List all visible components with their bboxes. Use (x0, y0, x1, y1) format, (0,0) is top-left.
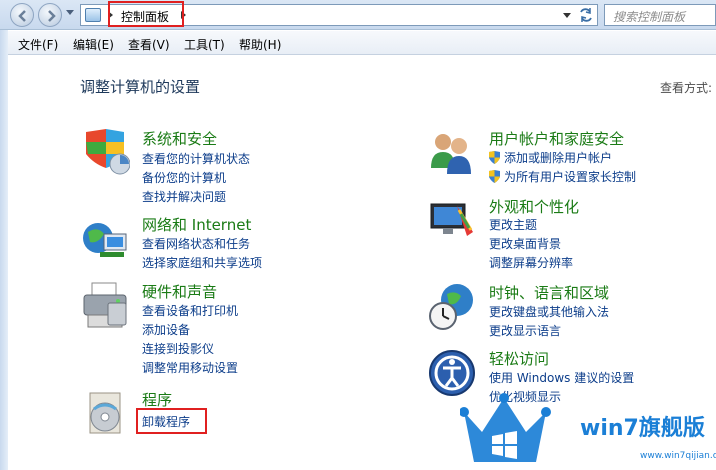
highlight-box-breadcrumb (108, 1, 184, 27)
back-arrow-icon (18, 10, 26, 22)
menu-edit[interactable]: 编辑(E) (73, 36, 114, 53)
menu-view[interactable]: 查看(V) (128, 36, 170, 53)
watermark-url: www.win7qijian.com (640, 451, 716, 461)
back-button[interactable] (10, 3, 34, 27)
view-by-label[interactable]: 查看方式: (660, 79, 712, 96)
category-programs: 程序 卸载程序 (80, 389, 380, 434)
highlight-box-uninstall (136, 408, 207, 434)
link-change-background[interactable]: 更改桌面背景 (489, 235, 561, 252)
category-title-system-security[interactable]: 系统和安全 (142, 128, 217, 149)
users-icon (431, 134, 471, 174)
category-title-user-accounts[interactable]: 用户帐户和家庭安全 (489, 128, 624, 149)
category-clock-language: 时钟、语言和区域 更改键盘或其他输入法 更改显示语言 (427, 282, 716, 342)
link-devices-printers[interactable]: 查看设备和打印机 (142, 302, 238, 319)
address-bar-region: 控制面板 搜索控制面板 (0, 0, 716, 30)
category-network: 网络和 Internet 查看网络状态和任务 选择家庭组和共享选项 (80, 214, 380, 274)
link-troubleshoot[interactable]: 查找并解决问题 (142, 188, 226, 205)
shield-security-icon (86, 129, 130, 175)
search-placeholder: 搜索控制面板 (613, 10, 686, 24)
forward-arrow-icon (48, 10, 56, 22)
category-title-hardware[interactable]: 硬件和声音 (142, 281, 217, 302)
recent-pages-dropdown-icon[interactable] (66, 10, 74, 15)
category-title-programs[interactable]: 程序 (142, 389, 172, 410)
category-user-accounts: 用户帐户和家庭安全 添加或删除用户帐户 为所有用户设置家长控制 (427, 128, 716, 188)
category-system-security: 系统和安全 查看您的计算机状态 备份您的计算机 查找并解决问题 (80, 128, 380, 205)
link-view-computer-status[interactable]: 查看您的计算机状态 (142, 150, 250, 167)
refresh-button[interactable] (572, 4, 600, 26)
uac-shield-icon (489, 151, 500, 164)
search-input[interactable]: 搜索控制面板 (604, 4, 716, 26)
link-change-keyboard[interactable]: 更改键盘或其他输入法 (489, 303, 609, 320)
link-connect-projector[interactable]: 连接到投影仪 (142, 340, 214, 357)
link-text-add-remove-accounts: 添加或删除用户帐户 (504, 151, 613, 165)
menu-bar: 文件(F) 编辑(E) 查看(V) 工具(T) 帮助(H) (8, 31, 716, 55)
category-appearance: 外观和个性化 更改主题 更改桌面背景 调整屏幕分辨率 (427, 196, 716, 271)
watermark-text: win7旗舰版 (580, 416, 705, 441)
ease-of-access-icon (429, 350, 475, 396)
link-change-theme[interactable]: 更改主题 (489, 216, 537, 233)
menu-file[interactable]: 文件(F) (18, 36, 58, 53)
link-mobility-settings[interactable]: 调整常用移动设置 (142, 359, 238, 376)
link-text-parental-controls: 为所有用户设置家长控制 (504, 170, 637, 184)
link-view-network-status[interactable]: 查看网络状态和任务 (142, 235, 250, 252)
category-title-ease-of-access[interactable]: 轻松访问 (489, 348, 549, 369)
printer-icon (83, 282, 127, 328)
network-globe-icon (83, 223, 127, 257)
category-title-appearance[interactable]: 外观和个性化 (489, 196, 579, 217)
link-parental-controls[interactable]: 为所有用户设置家长控制 (489, 168, 636, 185)
clock-globe-icon (429, 284, 473, 330)
link-add-device[interactable]: 添加设备 (142, 321, 190, 338)
link-add-remove-accounts[interactable]: 添加或删除用户帐户 (489, 149, 612, 166)
link-homegroup-sharing[interactable]: 选择家庭组和共享选项 (142, 254, 262, 271)
forward-button[interactable] (38, 3, 62, 27)
link-windows-recommended-settings[interactable]: 使用 Windows 建议的设置 (489, 369, 634, 386)
link-screen-resolution[interactable]: 调整屏幕分辨率 (489, 254, 573, 271)
refresh-icon (580, 8, 592, 22)
control-panel-icon (85, 8, 101, 22)
category-title-network[interactable]: 网络和 Internet (142, 214, 251, 235)
category-hardware: 硬件和声音 查看设备和打印机 添加设备 连接到投影仪 调整常用移动设置 (80, 281, 380, 376)
programs-disc-icon (89, 392, 121, 434)
uac-shield-icon (489, 170, 500, 183)
link-change-display-language[interactable]: 更改显示语言 (489, 322, 561, 339)
address-dropdown-icon[interactable] (563, 13, 571, 18)
category-title-clock-language[interactable]: 时钟、语言和区域 (489, 282, 609, 303)
link-backup-computer[interactable]: 备份您的计算机 (142, 169, 226, 186)
page-title: 调整计算机的设置 (80, 78, 201, 96)
window-left-frame (0, 30, 8, 470)
appearance-monitor-icon (430, 203, 473, 236)
menu-tools[interactable]: 工具(T) (184, 36, 225, 53)
menu-help[interactable]: 帮助(H) (239, 36, 281, 53)
